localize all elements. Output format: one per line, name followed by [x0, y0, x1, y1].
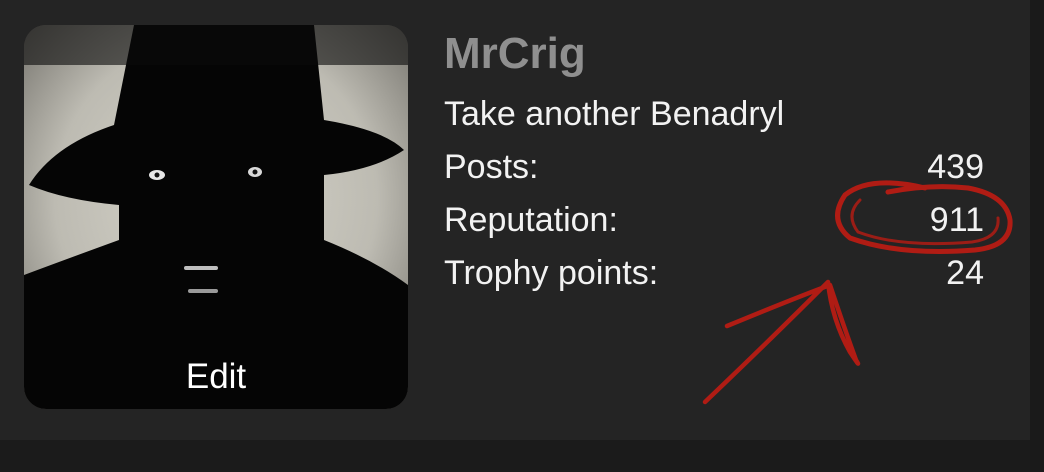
avatar-image: [24, 25, 408, 409]
page-edge: [1030, 0, 1044, 472]
stat-label-reputation: Reputation:: [444, 201, 618, 239]
stat-label-trophy-points: Trophy points:: [444, 254, 659, 292]
stat-row-posts: Posts: 439: [444, 145, 984, 189]
username[interactable]: MrCrig: [444, 28, 586, 80]
avatar-edit-label[interactable]: Edit: [24, 357, 408, 397]
stat-row-trophy-points: Trophy points: 24: [444, 251, 984, 295]
stat-label-posts: Posts:: [444, 148, 539, 186]
stat-row-reputation: Reputation: 911: [444, 198, 984, 242]
stat-value-trophy-points: 24: [946, 254, 984, 292]
user-title: Take another Benadryl: [444, 95, 785, 133]
stat-value-posts: 439: [927, 148, 984, 186]
member-card: Edit MrCrig Take another Benadryl Posts:…: [0, 0, 1030, 440]
stat-value-reputation: 911: [929, 201, 984, 239]
avatar[interactable]: Edit: [24, 25, 408, 409]
